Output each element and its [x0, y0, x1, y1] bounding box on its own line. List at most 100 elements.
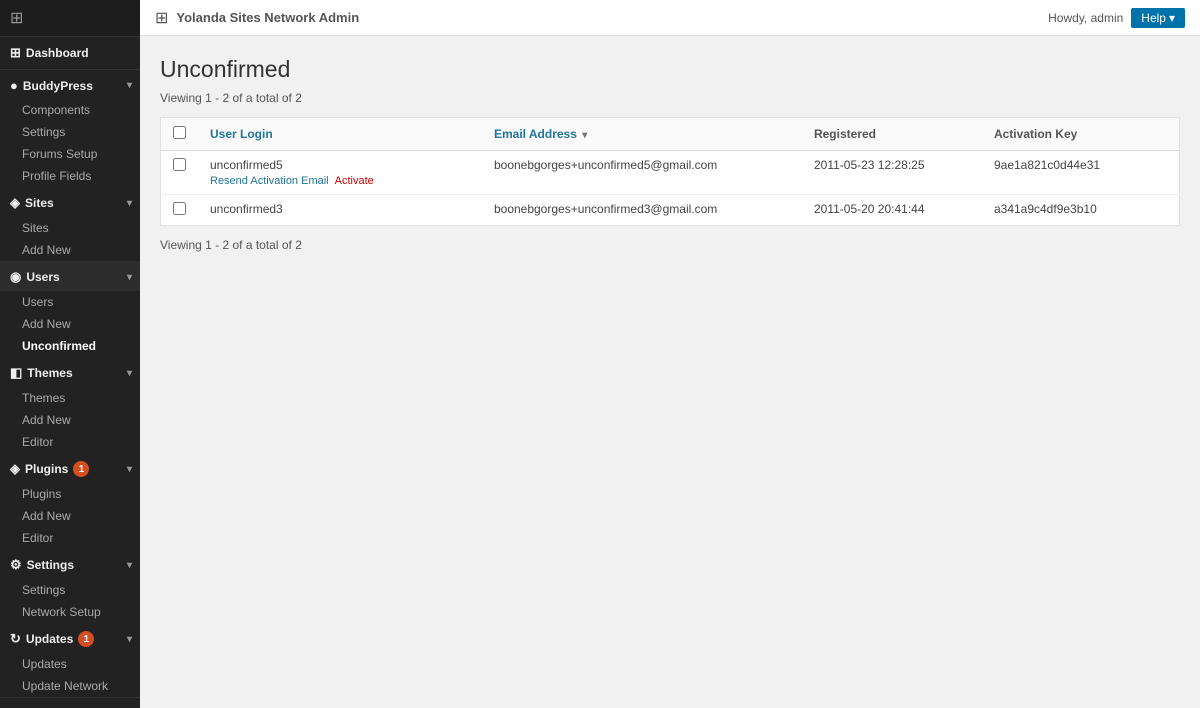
settings-icon: ⚙: [10, 557, 22, 573]
topbar-site-name: Yolanda Sites Network Admin: [176, 10, 359, 25]
row1-user-login: unconfirmed5 Resend Activation Email Act…: [198, 151, 482, 195]
sidebar-section-buddypress-label: BuddyPress: [23, 79, 93, 93]
row2-email: boonebgorges+unconfirmed3@gmail.com: [482, 195, 802, 226]
sidebar-section-settings[interactable]: ⚙ Settings ▾: [0, 549, 140, 579]
updates-badge: 1: [78, 631, 94, 647]
settings-arrow-icon: ▾: [127, 560, 132, 571]
buddypress-icon: ●: [10, 78, 18, 93]
sidebar-section-sites-label: Sites: [25, 196, 54, 210]
wp-logo-icon: ⊞: [10, 8, 23, 28]
row1-registered: 2011-05-23 12:28:25: [802, 151, 982, 195]
row2-registered: 2011-05-20 20:41:44: [802, 195, 982, 226]
plugins-badge: 1: [73, 461, 89, 477]
collapse-menu-button[interactable]: ◁ Collapse menu: [0, 697, 140, 708]
row1-activation-key: 9ae1a821c0d44e31: [982, 151, 1180, 195]
sidebar-section-users[interactable]: ◉ Users ▾: [0, 261, 140, 291]
registered-col-label: Registered: [814, 127, 876, 141]
sidebar-section-updates[interactable]: ↻ Updates 1 ▾: [0, 623, 140, 653]
help-label: Help: [1141, 11, 1166, 25]
sites-icon: ◈: [10, 195, 20, 211]
topbar: ⊞ Yolanda Sites Network Admin Howdy, adm…: [140, 0, 1200, 36]
sidebar-dashboard-label: Dashboard: [26, 46, 89, 60]
themes-icon: ◧: [10, 365, 22, 381]
row1-actions: Resend Activation Email Activate: [210, 175, 470, 187]
col-header-cb: [161, 118, 199, 151]
sidebar-section-updates-label: Updates: [26, 632, 73, 646]
row2-activation-key: a341a9c4df9e3b10: [982, 195, 1180, 226]
sidebar-item-plugins[interactable]: Plugins: [0, 483, 140, 505]
table-row: unconfirmed3 boonebgorges+unconfirmed3@g…: [161, 195, 1180, 226]
viewing-top-text: Viewing 1 - 2 of a total of 2: [160, 91, 1180, 105]
row1-checkbox[interactable]: [173, 158, 186, 171]
sidebar-section-users-label: Users: [26, 270, 59, 284]
content-area: Unconfirmed Viewing 1 - 2 of a total of …: [140, 36, 1200, 708]
page-title: Unconfirmed: [160, 56, 1180, 83]
sidebar-item-dashboard[interactable]: ⊞ Dashboard: [0, 37, 140, 70]
help-button[interactable]: Help ▾: [1131, 8, 1185, 28]
sidebar-section-themes[interactable]: ◧ Themes ▾: [0, 357, 140, 387]
themes-arrow-icon: ▾: [127, 368, 132, 379]
row2-user-login: unconfirmed3: [198, 195, 482, 226]
updates-arrow-icon: ▾: [127, 634, 132, 645]
main-area: ⊞ Yolanda Sites Network Admin Howdy, adm…: [140, 0, 1200, 708]
sidebar-logo: ⊞: [0, 0, 140, 37]
sidebar-item-themes[interactable]: Themes: [0, 387, 140, 409]
buddypress-arrow-icon: ▾: [127, 80, 132, 91]
topbar-howdy: Howdy, admin: [1048, 11, 1123, 25]
sidebar-item-forums-setup[interactable]: Forums Setup: [0, 143, 140, 165]
sidebar-item-network-setup[interactable]: Network Setup: [0, 601, 140, 623]
sidebar-item-users-add-new[interactable]: Add New: [0, 313, 140, 335]
sidebar-item-sites-add-new[interactable]: Add New: [0, 239, 140, 261]
row2-username: unconfirmed3: [210, 202, 283, 216]
topbar-right: Howdy, admin Help ▾: [1048, 8, 1185, 28]
row2-checkbox[interactable]: [173, 202, 186, 215]
col-header-activation-key: Activation Key: [982, 118, 1180, 151]
sites-arrow-icon: ▾: [127, 198, 132, 209]
sidebar-section-themes-label: Themes: [27, 366, 72, 380]
sidebar-item-updates[interactable]: Updates: [0, 653, 140, 675]
email-col-label: Email Address: [494, 127, 577, 141]
resend-activation-email-link[interactable]: Resend Activation Email: [210, 175, 329, 187]
sidebar-item-settings[interactable]: Settings: [0, 579, 140, 601]
users-arrow-icon: ▾: [127, 272, 132, 283]
sidebar-item-sites[interactable]: Sites: [0, 217, 140, 239]
updates-icon: ↻: [10, 631, 21, 647]
plugins-icon: ◈: [10, 461, 20, 477]
email-sort-icon: ▾: [582, 130, 587, 141]
sidebar-item-users[interactable]: Users: [0, 291, 140, 313]
sidebar-section-plugins[interactable]: ◈ Plugins 1 ▾: [0, 453, 140, 483]
users-icon: ◉: [10, 269, 21, 285]
sidebar: ⊞ ⊞ Dashboard ● BuddyPress ▾ Components …: [0, 0, 140, 708]
row2-cb: [161, 195, 199, 226]
user-login-sort-link[interactable]: User Login: [210, 127, 273, 141]
row1-email: boonebgorges+unconfirmed5@gmail.com: [482, 151, 802, 195]
table-row: unconfirmed5 Resend Activation Email Act…: [161, 151, 1180, 195]
sidebar-item-update-network[interactable]: Update Network: [0, 675, 140, 697]
sidebar-item-themes-editor[interactable]: Editor: [0, 431, 140, 453]
sidebar-item-settings-bp[interactable]: Settings: [0, 121, 140, 143]
sidebar-item-unconfirmed[interactable]: Unconfirmed: [0, 335, 140, 357]
dashboard-icon: ⊞: [10, 45, 21, 61]
row1-username: unconfirmed5: [210, 158, 283, 172]
sidebar-section-buddypress[interactable]: ● BuddyPress ▾: [0, 70, 140, 99]
help-arrow-icon: ▾: [1169, 11, 1175, 25]
email-sort-link[interactable]: Email Address ▾: [494, 127, 587, 141]
sidebar-section-plugins-label: Plugins: [25, 462, 68, 476]
topbar-left: ⊞ Yolanda Sites Network Admin: [155, 8, 359, 28]
sidebar-section-sites[interactable]: ◈ Sites ▾: [0, 187, 140, 217]
viewing-bottom-text: Viewing 1 - 2 of a total of 2: [160, 238, 1180, 252]
select-all-checkbox[interactable]: [173, 126, 186, 139]
unconfirmed-table: User Login Email Address ▾ Registered Ac…: [160, 117, 1180, 226]
col-header-registered: Registered: [802, 118, 982, 151]
sidebar-item-plugins-add-new[interactable]: Add New: [0, 505, 140, 527]
activation-key-col-label: Activation Key: [994, 127, 1077, 141]
row1-cb: [161, 151, 199, 195]
plugins-arrow-icon: ▾: [127, 464, 132, 475]
sidebar-item-themes-add-new[interactable]: Add New: [0, 409, 140, 431]
sidebar-item-profile-fields[interactable]: Profile Fields: [0, 165, 140, 187]
sidebar-item-components[interactable]: Components: [0, 99, 140, 121]
sidebar-item-plugins-editor[interactable]: Editor: [0, 527, 140, 549]
activate-link[interactable]: Activate: [335, 175, 374, 187]
topbar-wp-icon: ⊞: [155, 8, 168, 28]
col-header-email: Email Address ▾: [482, 118, 802, 151]
